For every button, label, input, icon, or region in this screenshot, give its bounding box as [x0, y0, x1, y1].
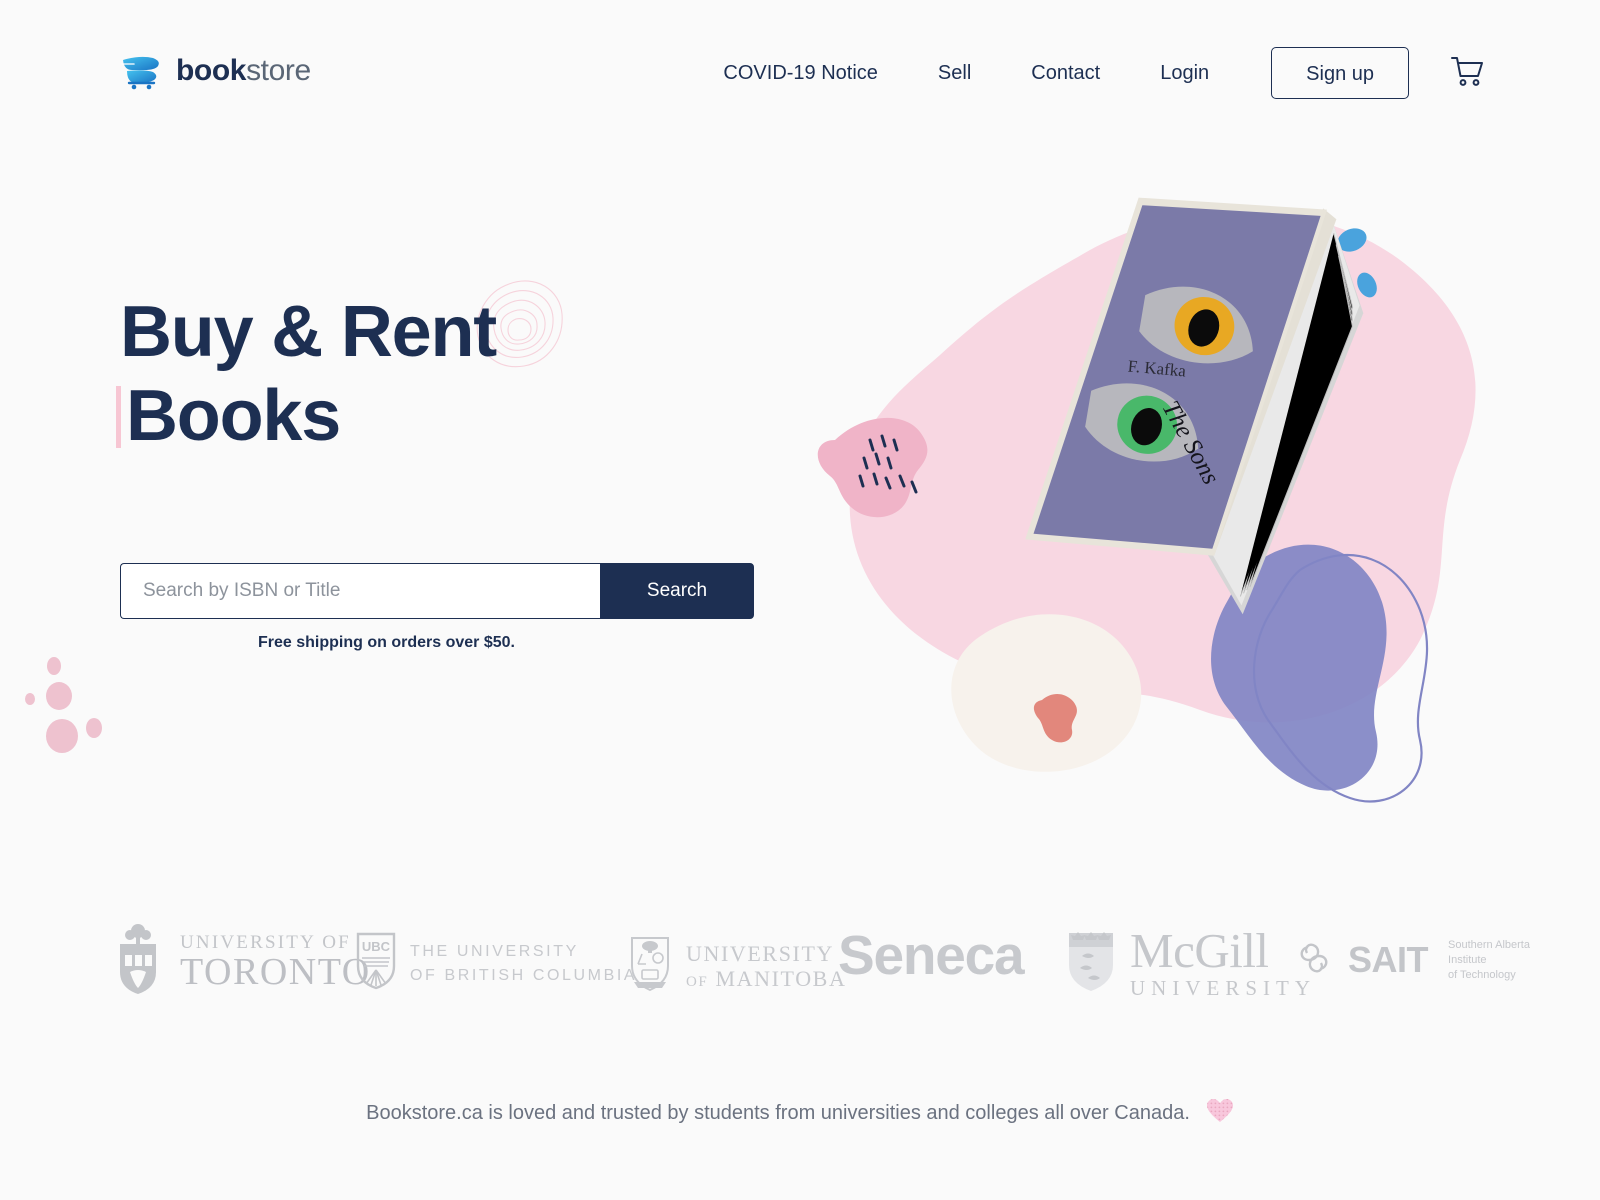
mcgill-line-2: UNIVERSITY [1130, 976, 1316, 1000]
university-logo-toronto: UNIVERSITY OF TORONTO [110, 922, 371, 1001]
sign-up-button[interactable]: Sign up [1271, 47, 1409, 99]
cream-blob [951, 614, 1142, 772]
brand-wordmark: bookstore [176, 56, 311, 86]
manitoba-crest-icon [628, 934, 672, 999]
ubc-line-2: OF BRITISH COLUMBIA [410, 966, 638, 984]
manitoba-line-2-small: OF [686, 973, 709, 990]
shopping-cart-icon [1451, 56, 1485, 91]
university-logo-seneca: Seneca [838, 924, 1025, 986]
brand-name-light: store [246, 54, 311, 87]
search-button[interactable]: Search [600, 563, 754, 619]
pink-heart-icon [1206, 1098, 1234, 1129]
landing-page: bookstore COVID-19 Notice Sell Contact L… [0, 0, 1600, 1200]
ubc-shield-icon: UBC [356, 932, 396, 995]
cart-button[interactable] [1451, 56, 1485, 91]
university-logo-strip: UNIVERSITY OF TORONTO UBC THE UNIVERSITY [0, 918, 1600, 1038]
nav-item-covid-notice[interactable]: COVID-19 Notice [693, 46, 908, 100]
seneca-wordmark: Seneca [838, 924, 1025, 986]
svg-text:UBC: UBC [362, 939, 391, 954]
pink-pebbles-decoration [18, 640, 148, 780]
university-logo-mcgill: McGill UNIVERSITY [1066, 926, 1316, 1002]
university-logo-sait: SAIT Southern Alberta Institute of Techn… [1296, 938, 1530, 983]
page-title: Buy & Rent Books [116, 290, 820, 458]
sait-sub-line-3: of Technology [1448, 968, 1516, 981]
manitoba-line-1: UNIVERSITY [686, 941, 834, 967]
university-logo-ubc: UBC THE UNIVERSITY OF BRITISH COLUMBIA [356, 932, 637, 995]
nav-item-sell[interactable]: Sell [908, 46, 1001, 100]
mcgill-line-1: McGill [1130, 923, 1269, 978]
search-input[interactable] [120, 563, 600, 619]
toronto-crest-icon [110, 922, 166, 1001]
brand-logo[interactable]: bookstore [120, 52, 311, 90]
ubc-line-1: THE UNIVERSITY [410, 942, 579, 960]
nav-item-login[interactable]: Login [1130, 46, 1239, 100]
tagline-text: Bookstore.ca is loved and trusted by stu… [366, 1102, 1190, 1124]
sait-sub-line-1: Southern Alberta [1448, 939, 1530, 951]
hero-heading-line-2: Books [126, 376, 341, 457]
free-shipping-note: Free shipping on orders over $50. [258, 634, 515, 651]
sait-sub-line-2: Institute [1448, 953, 1487, 966]
toronto-line-2: TORONTO [180, 951, 371, 994]
manitoba-line-2: MANITOBA [715, 965, 847, 991]
hero-text-block: Buy & Rent Books [116, 280, 820, 458]
sait-knot-icon [1296, 941, 1334, 980]
brand-name-bold: book [176, 54, 247, 87]
mcgill-shield-icon [1066, 930, 1116, 999]
search-bar: Search [120, 563, 754, 619]
main-navigation: COVID-19 Notice Sell Contact Login Sign … [693, 46, 1485, 100]
site-header: bookstore COVID-19 Notice Sell Contact L… [0, 0, 1600, 148]
sait-wordmark: SAIT [1348, 939, 1429, 981]
hero-heading-line-1: Buy & Rent [120, 292, 497, 372]
trust-tagline: Bookstore.ca is loved and trusted by stu… [0, 1098, 1600, 1129]
nav-item-contact[interactable]: Contact [1001, 46, 1130, 100]
toronto-line-1: UNIVERSITY OF [180, 931, 351, 953]
university-logo-manitoba: UNIVERSITY OF MANITOBA [628, 934, 846, 999]
bookstore-swoosh-cart-icon [120, 52, 164, 90]
